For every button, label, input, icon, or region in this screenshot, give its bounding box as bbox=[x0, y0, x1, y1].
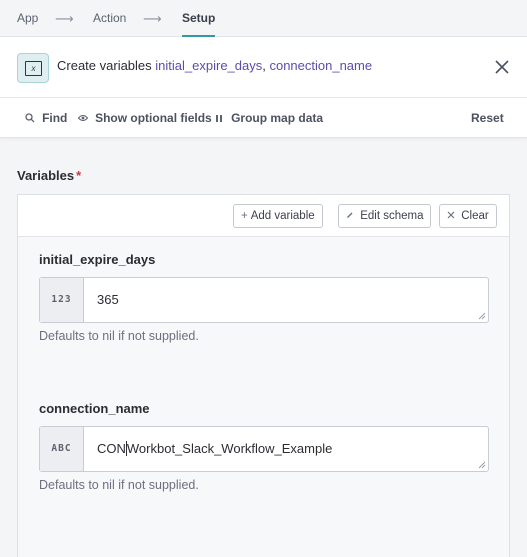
recipe-setup-page: App ⟶ Action ⟶ Setup x Create variables … bbox=[0, 0, 527, 557]
find-button[interactable]: Find bbox=[25, 98, 67, 138]
breadcrumb: App ⟶ Action ⟶ Setup bbox=[0, 0, 527, 37]
show-optional-fields-button[interactable]: Show optional fields bbox=[77, 98, 212, 138]
variables-toolbar: + Add variable Edit schema Clear bbox=[18, 195, 509, 237]
variable-name-1: initial_expire_days bbox=[155, 58, 263, 73]
field-value[interactable]: CONWorkbot_Slack_Workflow_Example bbox=[97, 427, 332, 471]
group-map-data-button[interactable]: Group map data bbox=[215, 98, 323, 138]
variables-panel: + Add variable Edit schema Clear initial_… bbox=[17, 194, 510, 557]
arrow-right-icon: ⟶ bbox=[55, 11, 74, 26]
field-label-connection-name: connection_name bbox=[39, 401, 150, 416]
field-hint: Defaults to nil if not supplied. bbox=[39, 478, 199, 492]
variables-label: Variables * bbox=[17, 168, 82, 183]
reset-button[interactable]: Reset bbox=[471, 98, 504, 138]
action-title: Create variables initial_expire_days, co… bbox=[57, 58, 373, 73]
close-icon bbox=[447, 210, 458, 222]
resize-handle-icon[interactable] bbox=[478, 461, 486, 469]
add-variable-button[interactable]: + Add variable bbox=[233, 204, 323, 228]
pencil-icon bbox=[346, 210, 357, 222]
tab-app[interactable]: App bbox=[17, 0, 38, 37]
tab-setup[interactable]: Setup bbox=[182, 0, 216, 37]
arrow-right-icon: ⟶ bbox=[143, 11, 162, 26]
edit-schema-button[interactable]: Edit schema bbox=[338, 204, 432, 228]
resize-handle-icon[interactable] bbox=[478, 312, 486, 320]
field-label-initial-expire-days: initial_expire_days bbox=[39, 252, 156, 267]
number-type-badge: 123 bbox=[40, 278, 84, 322]
columns-icon bbox=[215, 113, 227, 125]
connection-name-input[interactable]: ABC CONWorkbot_Slack_Workflow_Example bbox=[39, 426, 489, 472]
initial-expire-days-input[interactable]: 123 365 bbox=[39, 277, 489, 323]
clear-button[interactable]: Clear bbox=[439, 204, 497, 228]
variable-name-2: connection_name bbox=[269, 58, 373, 73]
tab-action[interactable]: Action bbox=[93, 0, 126, 37]
required-mark: * bbox=[76, 168, 82, 183]
search-icon bbox=[25, 113, 38, 125]
field-hint: Defaults to nil if not supplied. bbox=[39, 329, 199, 343]
plus-icon: + bbox=[241, 210, 248, 222]
text-type-badge: ABC bbox=[40, 427, 84, 471]
action-header: x Create variables initial_expire_days, … bbox=[0, 37, 527, 98]
variable-icon: x bbox=[17, 53, 49, 83]
field-value[interactable]: 365 bbox=[97, 278, 119, 322]
toolbar: Find Show optional fields Group map data… bbox=[0, 98, 527, 138]
eye-icon bbox=[77, 113, 91, 125]
close-icon[interactable] bbox=[493, 58, 511, 76]
